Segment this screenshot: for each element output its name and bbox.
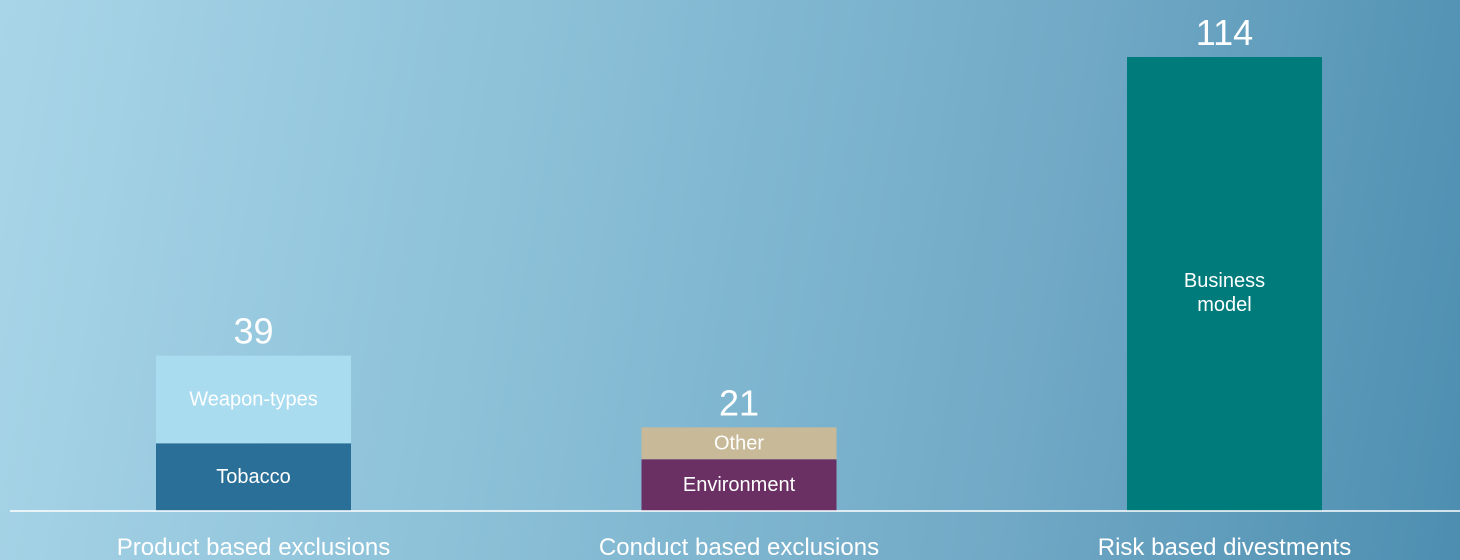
segment-label: Other <box>714 432 764 454</box>
category-label: Product based exclusions <box>117 534 391 560</box>
stacked-bar-chart: Tobacco Weapon-types 39 Product based exclu… <box>10 12 1460 560</box>
segment-label: Business <box>1184 270 1265 292</box>
category-label: Conduct based exclusions <box>599 534 879 560</box>
segment-label: Environment <box>683 474 796 496</box>
total-label: 21 <box>719 382 759 423</box>
segment-label: Tobacco <box>216 466 291 488</box>
segment-label: model <box>1197 294 1251 316</box>
total-label: 39 <box>233 311 273 352</box>
category-label: Risk based divestments <box>1098 534 1351 560</box>
segment-label: Weapon-types <box>189 388 318 410</box>
total-label: 114 <box>1196 12 1253 53</box>
